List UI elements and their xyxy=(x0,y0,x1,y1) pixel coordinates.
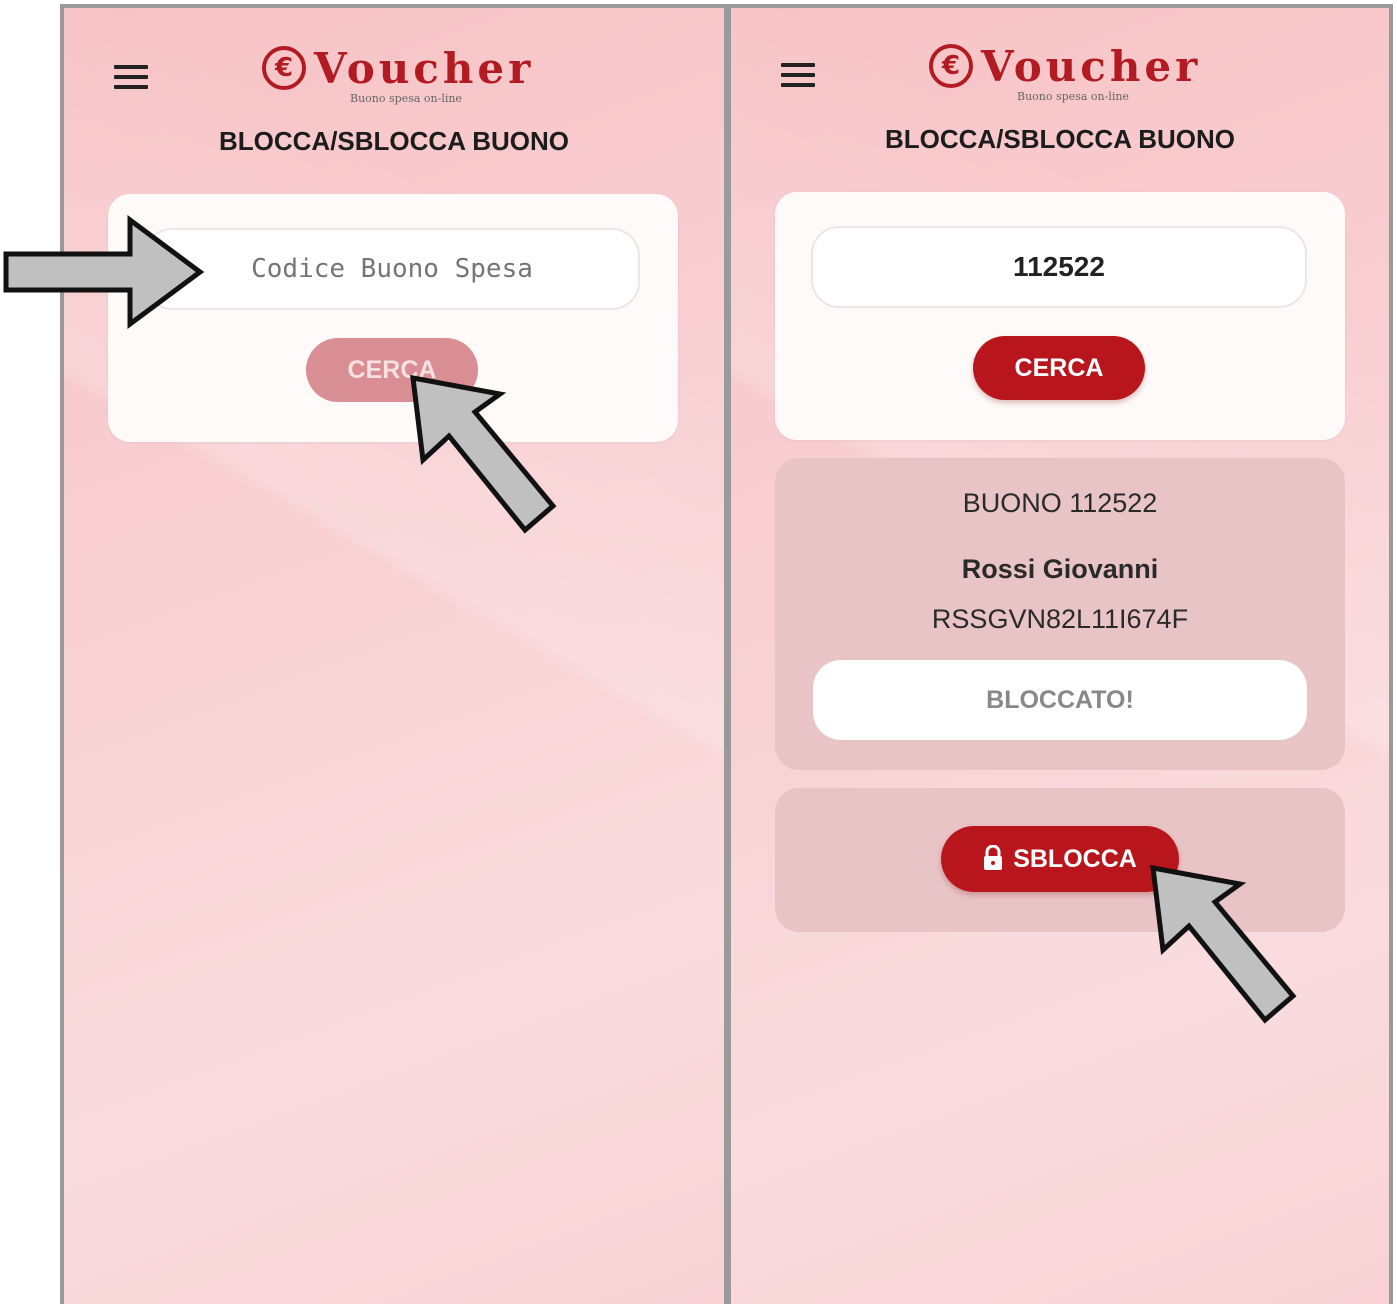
voucher-result-card: BUONO 112522 Rossi Giovanni RSSGVN82L11I… xyxy=(775,458,1345,770)
holder-name: Rossi Giovanni xyxy=(961,554,1159,584)
unlock-card: SBLOCCA xyxy=(775,788,1345,932)
right-phone-screen: € Voucher Buono spesa on-line BLOCCA/SBL… xyxy=(727,4,1393,1304)
voucher-number: BUONO 112522 xyxy=(962,488,1158,518)
unlock-button[interactable]: SBLOCCA xyxy=(941,826,1179,892)
left-phone-screen: € Voucher Buono spesa on-line BLOCCA/SBL… xyxy=(60,4,728,1304)
voucher-code-input[interactable] xyxy=(144,228,640,310)
hamburger-menu-icon[interactable] xyxy=(114,63,150,91)
status-badge: BLOCCATO! xyxy=(813,660,1307,740)
hamburger-menu-icon[interactable] xyxy=(781,61,817,89)
search-button[interactable]: CERCA xyxy=(306,338,478,402)
lock-icon xyxy=(983,830,1003,870)
logo-wordmark: Voucher xyxy=(314,44,535,93)
unlock-button-label: SBLOCCA xyxy=(1013,845,1137,873)
voucher-logo: € Voucher Buono spesa on-line xyxy=(262,44,530,110)
fiscal-code: RSSGVN82L11I674F xyxy=(931,604,1189,634)
voucher-logo: € Voucher Buono spesa on-line xyxy=(929,42,1197,108)
euro-icon: € xyxy=(929,44,973,88)
search-button[interactable]: CERCA xyxy=(973,336,1145,400)
search-card: CERCA xyxy=(108,194,678,442)
logo-tagline: Buono spesa on-line xyxy=(1017,90,1129,103)
logo-tagline: Buono spesa on-line xyxy=(350,92,462,105)
euro-icon: € xyxy=(262,46,306,90)
page-title: BLOCCA/SBLOCCA BUONO xyxy=(218,126,570,156)
search-card: 112522 CERCA xyxy=(775,192,1345,440)
page-title: BLOCCA/SBLOCCA BUONO xyxy=(884,124,1236,154)
voucher-code-input[interactable]: 112522 xyxy=(811,226,1307,308)
logo-wordmark: Voucher xyxy=(981,42,1202,91)
